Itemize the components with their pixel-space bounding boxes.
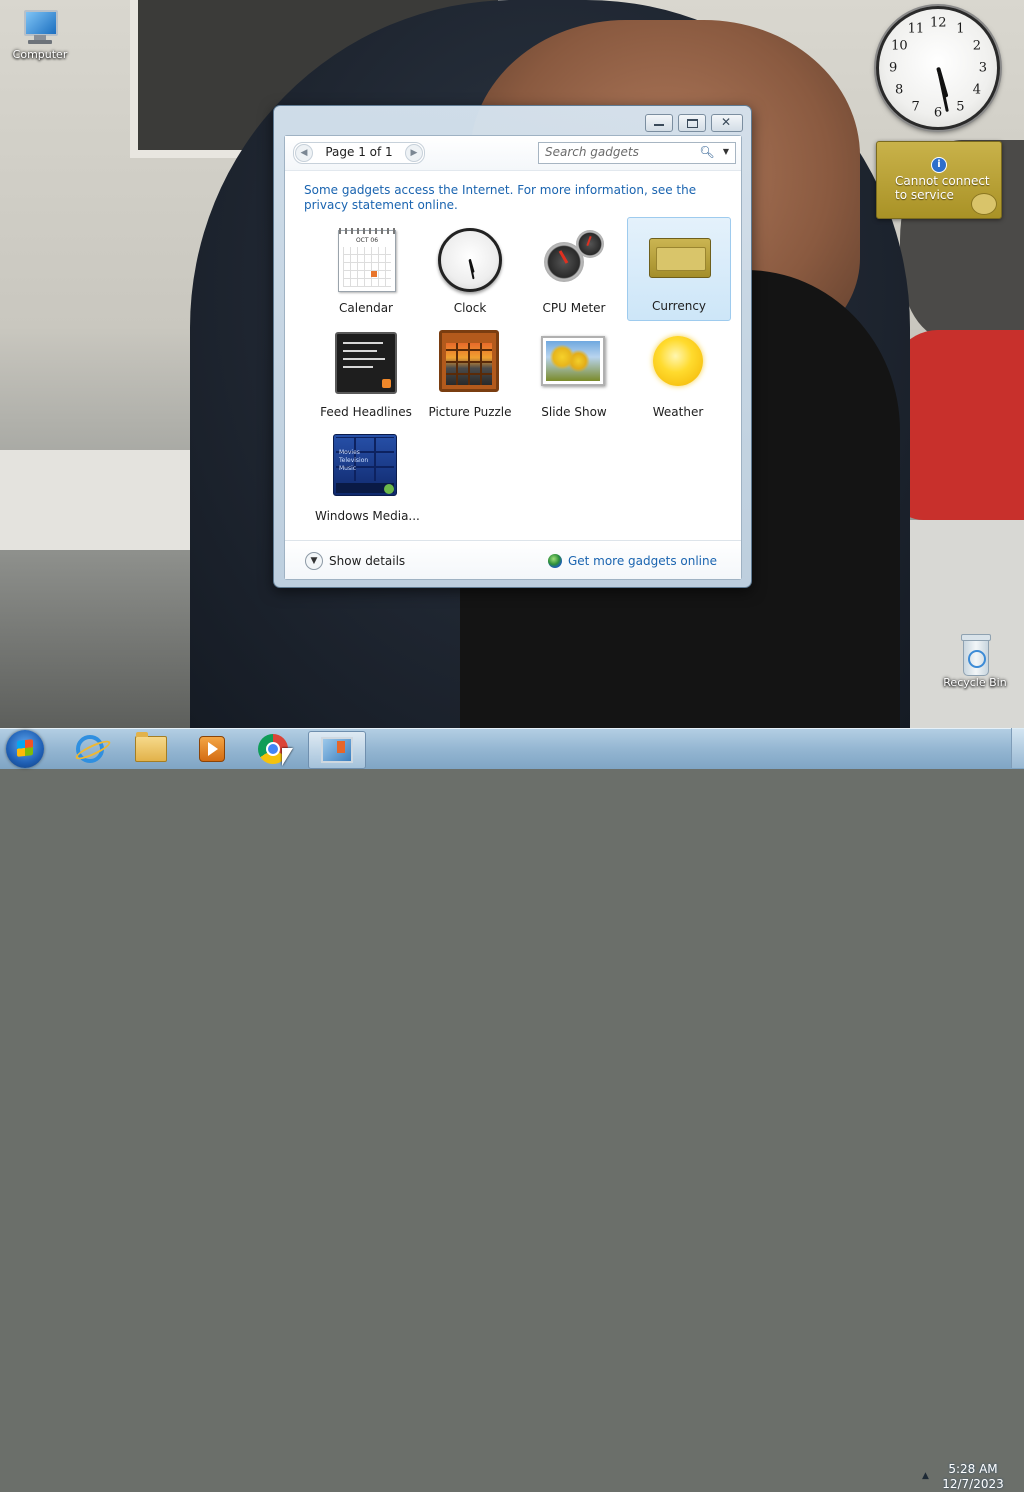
- chevron-right-icon: ▶: [410, 148, 418, 158]
- desktop-icon-recycle-bin[interactable]: Recycle Bin: [935, 632, 1015, 689]
- maximize-button[interactable]: [678, 114, 706, 132]
- desktop-currency-gadget[interactable]: i Cannot connect to service: [876, 141, 1002, 219]
- gadget-label: Calendar: [339, 301, 393, 315]
- gadget-tile-feed-headlines[interactable]: Feed Headlines: [315, 324, 417, 426]
- taskbar: ▲ 5:28 AM 12/7/2023: [0, 728, 1024, 1491]
- picture-puzzle-gadget-icon: [439, 330, 499, 392]
- taskbar-clock[interactable]: 5:28 AM 12/7/2023: [940, 1462, 1006, 1492]
- clock-numeral: 3: [978, 60, 987, 76]
- computer-icon: [20, 8, 60, 48]
- gadget-tile-clock[interactable]: Clock: [419, 220, 521, 322]
- gadget-label: Windows Media...: [315, 509, 420, 523]
- previous-page-button[interactable]: ◀: [295, 144, 313, 162]
- gadget-label: Weather: [652, 405, 704, 419]
- taskbar-gadget-gallery[interactable]: [308, 731, 366, 769]
- start-button[interactable]: [6, 730, 44, 768]
- gallery-content: Page 1 of 1 ◀ ▶ 🔍︎ ▼ Some gadgets access…: [284, 135, 742, 580]
- clock-numeral: 8: [895, 82, 904, 98]
- show-hidden-icons-button[interactable]: ▲: [922, 1471, 929, 1481]
- windows-logo-icon: [17, 739, 33, 757]
- gadget-label: Currency: [651, 299, 707, 313]
- clock-numeral: 9: [889, 60, 898, 76]
- clock-numeral: 2: [972, 38, 981, 54]
- folder-icon: [135, 732, 167, 762]
- clock-time: 5:28 AM: [948, 1462, 998, 1476]
- desktop-icon-label: Computer: [12, 48, 68, 61]
- gadget-gallery-icon: [321, 737, 353, 763]
- cpu-meter-gadget-icon: [542, 226, 606, 290]
- clock-numeral: 1: [956, 21, 965, 37]
- gadget-tile-picture-puzzle[interactable]: Picture Puzzle: [419, 324, 521, 426]
- wallpaper-floor: [0, 450, 220, 550]
- gadget-tile-currency[interactable]: Currency: [627, 217, 731, 321]
- calendar-gadget-icon: OCT 06: [338, 228, 396, 292]
- clock-numeral: 12: [930, 15, 947, 31]
- desktop-icon-label: Recycle Bin: [943, 676, 1007, 689]
- recycle-bin-icon: [959, 632, 991, 676]
- clock-numeral: 6: [933, 105, 943, 121]
- slide-show-gadget-icon: [541, 336, 605, 386]
- gadget-label: CPU Meter: [542, 301, 606, 315]
- clock-date: 12/7/2023: [942, 1477, 1004, 1491]
- gallery-footer: ▼ Show details Get more gadgets online: [285, 540, 741, 579]
- gadget-tile-windows-media-center[interactable]: Movies Television Music Windows Media...: [315, 428, 420, 530]
- chevron-left-icon: ◀: [300, 148, 308, 158]
- show-desktop-button[interactable]: [1011, 728, 1024, 768]
- maximize-icon: [687, 119, 698, 128]
- search-input[interactable]: [541, 144, 699, 160]
- chevron-down-icon: ▼: [305, 552, 323, 570]
- currency-gadget-icon: [649, 238, 711, 278]
- taskbar-media-player[interactable]: [184, 731, 240, 767]
- desktop-icon-computer[interactable]: Computer: [0, 8, 80, 61]
- media-player-icon: [199, 736, 225, 762]
- minimize-icon: [654, 124, 664, 126]
- gadget-tile-cpu-meter[interactable]: CPU Meter: [523, 220, 625, 322]
- show-details-button[interactable]: ▼ Show details: [305, 552, 405, 570]
- windows-media-center-gadget-icon: Movies Television Music: [333, 434, 397, 496]
- clock-numeral: 7: [911, 99, 920, 115]
- get-more-gadgets-label: Get more gadgets online: [567, 554, 717, 568]
- gadget-label: Slide Show: [541, 405, 607, 419]
- globe-icon: [547, 554, 562, 568]
- gadget-label: Feed Headlines: [320, 405, 412, 419]
- gadget-tile-weather[interactable]: Weather: [627, 324, 729, 426]
- close-icon: ✕: [721, 115, 732, 129]
- clock-numeral: 10: [891, 38, 908, 54]
- clock-numeral: 4: [972, 82, 981, 98]
- gallery-toolbar: Page 1 of 1 ◀ ▶ 🔍︎ ▼: [285, 136, 741, 171]
- close-button[interactable]: ✕: [711, 114, 743, 132]
- clock-face: 12 1 2 3 4 5 6 7 8 9 10 11: [876, 6, 1000, 130]
- gadget-label: Picture Puzzle: [428, 405, 512, 419]
- mouse-cursor-icon: [282, 748, 293, 766]
- minimize-button[interactable]: [645, 114, 673, 132]
- rss-icon: [382, 379, 391, 388]
- gadget-label: Clock: [453, 301, 487, 315]
- info-icon: i: [931, 157, 947, 173]
- show-details-label: Show details: [329, 554, 406, 568]
- pager: Page 1 of 1 ◀ ▶: [293, 142, 425, 164]
- weather-gadget-icon: [653, 336, 703, 386]
- taskbar-internet-explorer[interactable]: [62, 731, 118, 767]
- clock-numeral: 5: [956, 99, 965, 115]
- search-dropdown-button[interactable]: ▼: [719, 144, 733, 160]
- clock-gadget-icon: [438, 228, 502, 292]
- taskbar-windows-explorer[interactable]: [123, 731, 179, 767]
- search-box: 🔍︎ ▼: [538, 142, 736, 164]
- internet-explorer-icon: [76, 735, 104, 763]
- next-page-button[interactable]: ▶: [405, 144, 423, 162]
- coin-icon: [971, 193, 997, 215]
- privacy-notice-link[interactable]: Some gadgets access the Internet. For mo…: [304, 183, 714, 213]
- gadget-gallery-window: ✕ Page 1 of 1 ◀ ▶ 🔍︎ ▼ Some gadgets acce…: [273, 105, 752, 588]
- get-more-gadgets-link[interactable]: Get more gadgets online: [547, 552, 717, 570]
- gadget-tile-slide-show[interactable]: Slide Show: [523, 324, 625, 426]
- feed-headlines-gadget-icon: [335, 332, 397, 394]
- gadget-tile-calendar[interactable]: OCT 06 Calendar: [315, 220, 417, 322]
- search-icon[interactable]: 🔍︎: [699, 144, 715, 160]
- chevron-down-icon: ▼: [722, 147, 730, 156]
- clock-numeral: 11: [907, 21, 925, 37]
- desktop-clock-gadget[interactable]: 12 1 2 3 4 5 6 7 8 9 10 11: [876, 6, 1000, 130]
